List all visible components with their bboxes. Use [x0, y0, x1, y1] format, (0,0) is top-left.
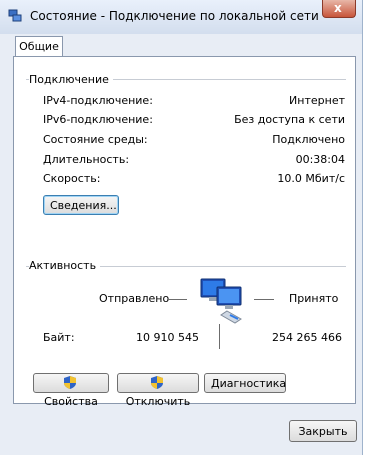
sent-dash — [167, 299, 187, 300]
ipv6-value: Без доступа к сети — [234, 113, 345, 126]
properties-button[interactable]: Свойства — [33, 373, 109, 408]
network-icon — [8, 9, 22, 22]
diagnose-button[interactable]: Диагностика — [204, 373, 286, 393]
group-title-activity: Активность — [29, 259, 101, 272]
close-window-button[interactable]: x — [322, 0, 356, 18]
disable-label: Отключить — [125, 395, 191, 408]
tab-general[interactable]: Общие — [15, 36, 63, 57]
properties-label: Свойства — [44, 395, 98, 408]
disable-button[interactable]: Отключить — [117, 373, 199, 408]
media-state-label: Состояние среды: — [43, 133, 148, 146]
group-title-connection: Подключение — [29, 73, 113, 86]
received-label: Принято — [289, 292, 339, 305]
activity-divider — [219, 324, 220, 349]
dialog-footer: Закрыть — [0, 410, 362, 455]
ipv6-label: IPv6-подключение: — [43, 113, 153, 126]
media-state-value: Подключено — [272, 133, 345, 146]
window-title: Состояние - Подключение по локальной сет… — [30, 9, 319, 23]
bytes-sent-value: 10 910 545 — [136, 331, 199, 344]
uac-shield-icon — [63, 376, 76, 389]
close-button[interactable]: Закрыть — [289, 420, 357, 442]
title-bar[interactable]: Состояние - Подключение по локальной сет… — [0, 0, 362, 34]
uac-shield-icon — [150, 376, 163, 389]
ipv4-label: IPv4-подключение: — [43, 94, 153, 107]
duration-label: Длительность: — [43, 153, 130, 166]
tab-panel: Подключение IPv4-подключение: Интернет I… — [13, 56, 356, 408]
dialog-window: Состояние - Подключение по локальной сет… — [0, 0, 363, 455]
duration-value: 00:38:04 — [295, 153, 345, 166]
bytes-received-value: 254 265 466 — [272, 331, 342, 344]
sent-label: Отправлено — [99, 292, 170, 305]
speed-value: 10.0 Мбит/с — [277, 172, 345, 185]
network-computers-icon — [200, 278, 242, 324]
details-button[interactable]: Сведения... — [43, 195, 119, 215]
speed-label: Скорость: — [43, 172, 101, 185]
close-icon: x — [334, 1, 342, 15]
bytes-label: Байт: — [43, 331, 75, 344]
ipv4-value: Интернет — [289, 94, 345, 107]
received-dash — [254, 299, 274, 300]
